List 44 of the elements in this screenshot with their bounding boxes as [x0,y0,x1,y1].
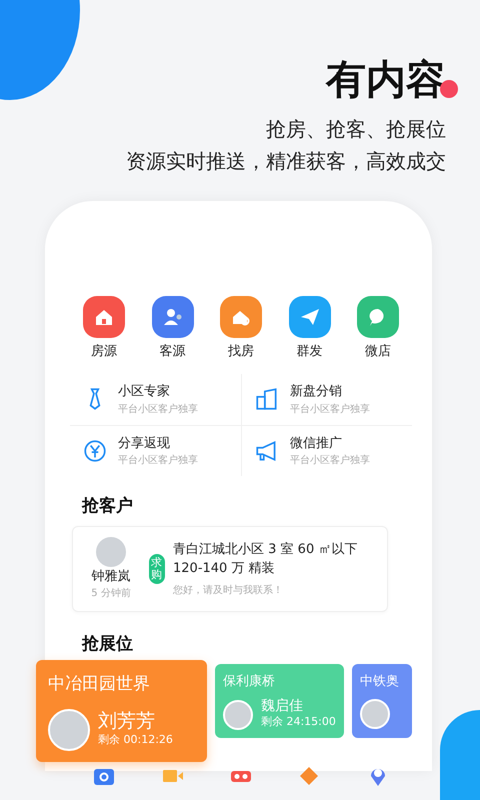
shortcut-icon[interactable] [220,296,262,338]
avatar [222,700,253,730]
service-title: 小区专家 [118,383,171,401]
agent-name: 刘芳芳 [98,711,156,732]
shortcut-label[interactable]: 微店 [365,342,391,362]
section-heading: 抢展位 [82,633,133,656]
service-item[interactable]: 小区专家 平台小区客户独享 [70,374,241,426]
headline-title: 有内容 [326,58,446,102]
service-title: 新盘分销 [290,383,343,401]
booth-title: 中铁奥 [360,672,400,690]
request-text: 青白江城北小区 3 室 60 ㎡以下 120-140 万 精装 [173,540,358,578]
shortcut-icon[interactable] [357,296,399,338]
avatar [360,699,390,729]
tagline: 资源实时推送，精准获客，高效成交 [125,148,446,175]
service-subtitle: 平台小区客户独享 [118,402,198,416]
shortcut-icon[interactable] [152,296,194,338]
booth-title: 中冶田园世界 [48,672,151,696]
time-ago: 5 分钟前 [90,586,132,601]
service-subtitle: 平台小区客户独享 [290,402,370,416]
shortcut-icon[interactable] [83,296,125,338]
service-subtitle: 平台小区客户独享 [290,454,370,468]
countdown: 剩余 24:15:00 [260,714,336,730]
service-title: 微信推广 [290,434,343,452]
service-subtitle: 平台小区客户独享 [118,454,198,468]
section-heading: 抢客户 [82,495,133,518]
agent-name: 魏启佳 [260,699,304,714]
yen-icon [82,438,108,464]
shortcut-label[interactable]: 找房 [228,342,254,362]
message-text: 您好，请及时与我联系！ [173,584,284,598]
service-item[interactable]: 分享返现 平台小区客户独享 [70,426,241,476]
shortcut-label[interactable]: 客源 [160,342,186,362]
customer-name: 钟雅岚 [90,568,132,586]
shortcut-label[interactable]: 房源 [91,342,117,362]
service-title: 分享返现 [118,434,171,452]
shortcut-icon[interactable] [288,296,330,338]
shortcut-label[interactable]: 群发 [296,342,322,362]
avatar [96,536,126,566]
request-tag: 求购 [149,554,165,584]
tagline: 抢房、抢客、抢展位 [265,116,446,143]
avatar [48,709,90,751]
service-item[interactable]: 微信推广 平台小区客户独享 [241,426,412,476]
service-item[interactable]: 新盘分销 平台小区客户独享 [241,374,412,426]
booth-title: 保利康桥 [222,672,276,690]
countdown: 剩余 00:12:26 [98,732,173,748]
